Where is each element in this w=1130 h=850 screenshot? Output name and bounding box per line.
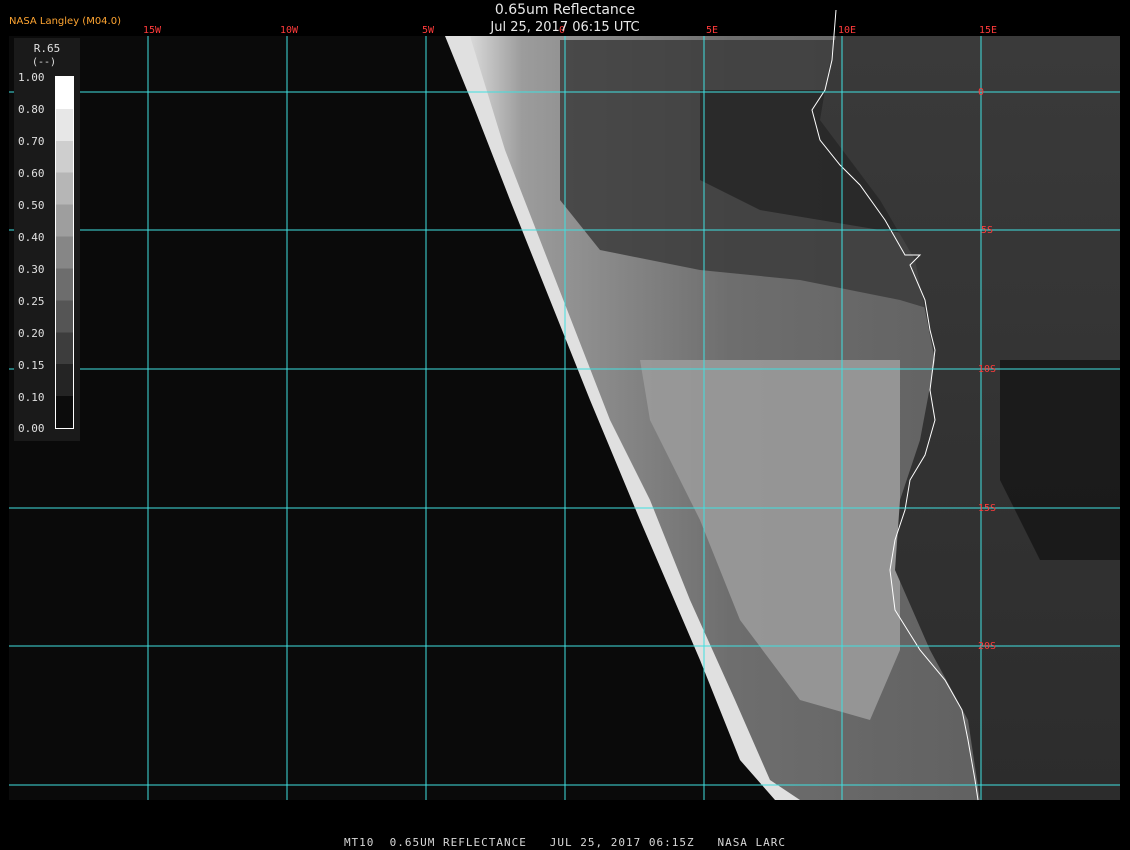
legend-tick: 0.00 (18, 422, 45, 435)
legend-tick: 0.70 (18, 135, 45, 148)
legend-tick: 0.80 (18, 103, 45, 116)
color-legend: R.65 (--) 1.00 0.80 0.70 0.60 0.50 0.40 … (14, 38, 80, 441)
satellite-map: 15W 10W 5W 0 5E 10E 15E 0 5S 10S 15S 20S (9, 9, 1120, 801)
image-datetime: Jul 25, 2017 06:15 UTC (490, 20, 640, 35)
lat-label: 0 (978, 87, 984, 98)
legend-title: R.65 (33, 42, 61, 55)
brand-label: NASA Langley (M04.0) (9, 16, 121, 27)
lat-label: 15S (978, 503, 996, 514)
legend-tick: 0.10 (18, 391, 45, 404)
lat-label: 20S (978, 641, 996, 652)
lat-label: 5S (981, 225, 993, 236)
product-title: 0.65um Reflectance (494, 2, 636, 18)
legend-tick: 0.25 (18, 295, 45, 308)
legend-colorbar (55, 76, 74, 429)
legend-tick: 0.50 (18, 199, 45, 212)
legend-tick: 1.00 (18, 71, 45, 84)
legend-tick: 0.20 (18, 327, 45, 340)
lat-label: 10S (978, 364, 996, 375)
footer-caption: MT10 0.65UM REFLECTANCE JUL 25, 2017 06:… (343, 836, 787, 849)
legend-tick: 0.15 (18, 359, 45, 372)
legend-units: (--) (32, 57, 57, 68)
legend-tick: 0.60 (18, 167, 45, 180)
legend-tick: 0.40 (18, 231, 45, 244)
legend-tick: 0.30 (18, 263, 45, 276)
